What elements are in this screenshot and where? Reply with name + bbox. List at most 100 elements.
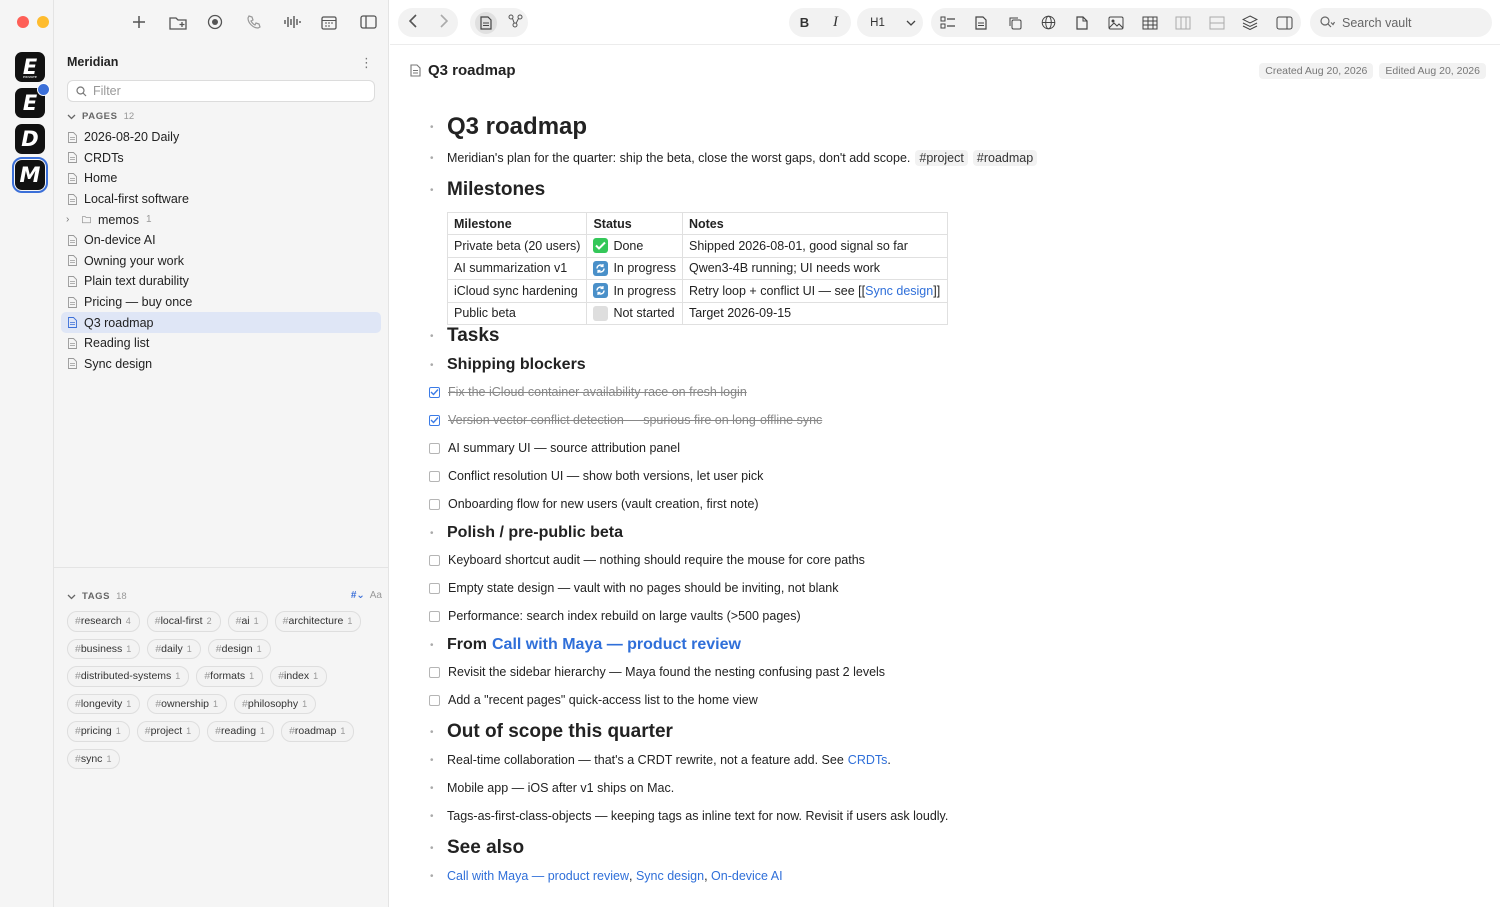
sidebar-page-item[interactable]: Owning your work — [61, 251, 381, 272]
task-checkbox[interactable] — [429, 386, 440, 398]
tag-chip[interactable]: #distributed-systems 1 — [67, 666, 190, 687]
close-window-button[interactable] — [17, 16, 29, 28]
task-item[interactable]: Revisit the sidebar hierarchy — Maya fou… — [428, 665, 885, 679]
page-link-button[interactable] — [968, 12, 994, 34]
bold-button[interactable]: B — [792, 12, 818, 34]
sidebar-page-item[interactable]: 2026-08-20 Daily — [61, 127, 381, 148]
sidebar-folder-item[interactable]: › memos 1 — [61, 209, 381, 230]
tag-chip[interactable]: #longevity 1 — [67, 693, 141, 714]
intro-block[interactable]: • Meridian's plan for the quarter: ship … — [428, 150, 1038, 166]
task-item[interactable]: Fix the iCloud container availability ra… — [428, 385, 747, 399]
vault-switch-e-shared[interactable]: E — [15, 83, 50, 118]
sidebar-page-item[interactable]: Q3 roadmap — [61, 312, 381, 333]
task-checkbox[interactable] — [429, 610, 440, 622]
tag-chip[interactable]: #architecture 1 — [274, 611, 362, 632]
milestone-cell[interactable]: Public beta — [446, 301, 588, 325]
polish-heading-block[interactable]: • Polish / pre-public beta — [428, 524, 623, 542]
tag-chip[interactable]: #pricing 1 — [67, 721, 130, 742]
inspector-toggle-button[interactable] — [1271, 12, 1297, 34]
columns-button[interactable] — [1170, 12, 1196, 34]
checklist-button[interactable] — [935, 12, 961, 34]
chevron-right-icon[interactable]: › — [66, 214, 75, 225]
task-checkbox[interactable] — [429, 414, 440, 426]
see-also-heading-block[interactable]: • See also — [428, 837, 524, 859]
sidebar-page-item[interactable]: Pricing — buy once — [61, 292, 381, 313]
task-item[interactable]: AI summary UI — source attribution panel — [428, 441, 680, 455]
heading-select[interactable]: H1 — [857, 8, 923, 37]
tag-chip[interactable]: #reading 1 — [207, 721, 275, 742]
tag-chip[interactable]: #daily 1 — [147, 638, 201, 659]
tag-chip[interactable]: #formats 1 — [196, 666, 264, 687]
sidebar-page-item[interactable]: CRDTs — [61, 148, 381, 169]
from-heading-block[interactable]: • From Call with Maya — product review — [428, 636, 741, 654]
tag-chip[interactable]: #business 1 — [67, 638, 141, 659]
task-item[interactable]: Onboarding flow for new users (vault cre… — [428, 497, 759, 511]
filter-field[interactable] — [67, 80, 375, 102]
tag-chip[interactable]: #design 1 — [207, 638, 271, 659]
notes-cell[interactable]: Target 2026-09-15 — [681, 301, 948, 325]
status-cell[interactable]: Not started — [586, 301, 683, 325]
sidebar-page-item[interactable]: Sync design — [61, 354, 381, 375]
task-item[interactable]: Add a "recent pages" quick-access list t… — [428, 693, 758, 707]
search-vault-button[interactable]: Search vault — [1310, 8, 1492, 37]
task-item[interactable]: Performance: search index rebuild on lar… — [428, 609, 801, 623]
milestone-cell[interactable]: AI summarization v1 — [446, 256, 588, 280]
vault-switch-d[interactable]: D — [15, 124, 45, 154]
see-also-link[interactable]: Sync design — [636, 869, 704, 883]
tag-chip[interactable]: #index 1 — [270, 666, 328, 687]
tag-chip[interactable]: #sync 1 — [67, 748, 121, 769]
sidebar-page-item[interactable]: Plain text durability — [61, 271, 381, 292]
more-options-icon[interactable]: ⋮ — [360, 55, 373, 71]
sort-alpha-button[interactable]: Aa — [370, 590, 382, 601]
tag-chip[interactable]: #ai 1 — [227, 611, 268, 632]
oos-item[interactable]: • Mobile app — iOS after v1 ships on Mac… — [428, 781, 674, 795]
task-checkbox[interactable] — [429, 442, 440, 454]
task-item[interactable]: Empty state design — vault with no pages… — [428, 581, 839, 595]
oos-item[interactable]: • Real-time collaboration — that's a CRD… — [428, 753, 891, 767]
blockers-heading-block[interactable]: • Shipping blockers — [428, 356, 586, 374]
tag-chip[interactable]: #local-first 2 — [146, 611, 221, 632]
task-item[interactable]: Conflict resolution UI — show both versi… — [428, 469, 763, 483]
sidebar-page-item[interactable]: On-device AI — [61, 230, 381, 251]
image-button[interactable] — [1103, 12, 1129, 34]
status-cell[interactable]: In progress — [586, 279, 683, 303]
milestones-heading-block[interactable]: • Milestones — [428, 179, 545, 201]
task-checkbox[interactable] — [429, 554, 440, 566]
vault-switch-e-private[interactable]: E PRIVATE — [15, 52, 45, 82]
notes-cell[interactable]: Shipped 2026-08-01, good signal so far — [681, 234, 948, 258]
document-view-button[interactable] — [475, 11, 498, 34]
web-link-button[interactable] — [1036, 12, 1062, 34]
task-checkbox[interactable] — [429, 666, 440, 678]
graph-view-button[interactable] — [508, 14, 523, 31]
notes-cell[interactable]: Retry loop + conflict UI — see [[Sync de… — [681, 279, 948, 303]
sync-design-link[interactable]: Sync design — [865, 284, 933, 298]
status-cell[interactable]: Done — [586, 234, 683, 258]
call-icon[interactable] — [244, 12, 264, 32]
duplicate-button[interactable] — [1002, 12, 1028, 34]
tasks-heading-block[interactable]: • Tasks — [428, 325, 499, 347]
tags-section-header[interactable]: TAGS 18 — [67, 591, 127, 602]
sidebar-page-item[interactable]: Home — [61, 168, 381, 189]
file-button[interactable] — [1069, 12, 1095, 34]
vault-switch-m[interactable]: M — [12, 157, 48, 193]
sidebar-page-item[interactable]: Local-first software — [61, 189, 381, 210]
tag-chip[interactable]: #roadmap 1 — [281, 721, 355, 742]
sidebar-toggle-icon[interactable] — [358, 12, 378, 32]
sidebar-page-item[interactable]: Reading list — [61, 333, 381, 354]
rows-button[interactable] — [1204, 12, 1230, 34]
task-checkbox[interactable] — [429, 694, 440, 706]
filter-input[interactable] — [93, 84, 363, 98]
italic-button[interactable]: I — [823, 12, 849, 34]
inline-tag-project[interactable]: #project — [915, 150, 968, 166]
from-heading-link[interactable]: Call with Maya — product review — [492, 636, 741, 654]
calendar-icon[interactable] — [319, 12, 339, 32]
oos-heading-block[interactable]: • Out of scope this quarter — [428, 721, 673, 743]
milestone-cell[interactable]: Private beta (20 users) — [446, 234, 588, 258]
tag-chip[interactable]: #ownership 1 — [147, 693, 228, 714]
tag-chip[interactable]: #philosophy 1 — [234, 693, 317, 714]
minimize-window-button[interactable] — [37, 16, 49, 28]
waveform-icon[interactable] — [282, 12, 302, 32]
record-icon[interactable] — [205, 12, 225, 32]
pages-section-header[interactable]: PAGES 12 — [67, 111, 134, 122]
notes-cell[interactable]: Qwen3-4B running; UI needs work — [681, 256, 948, 280]
